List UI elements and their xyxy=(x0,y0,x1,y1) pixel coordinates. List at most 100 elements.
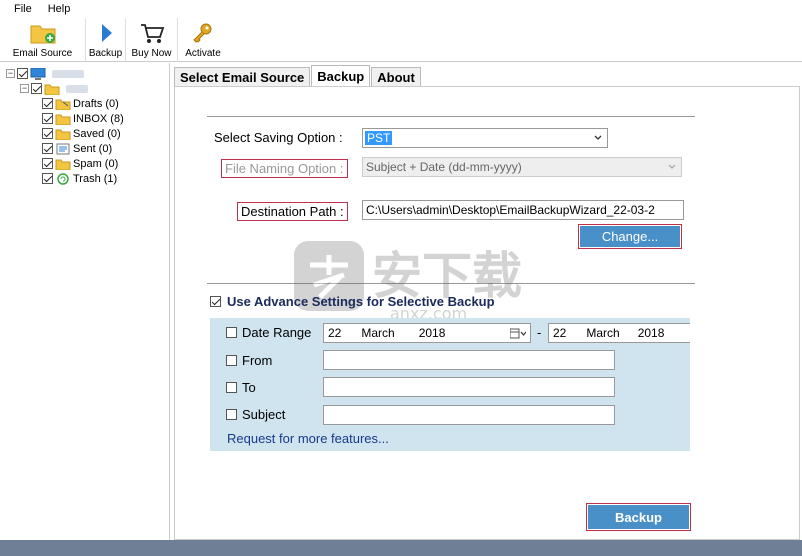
folder-name: Trash (1) xyxy=(73,172,118,185)
subject-checkbox[interactable] xyxy=(226,409,237,420)
from-checkbox[interactable] xyxy=(226,355,237,366)
activate-label: Activate xyxy=(185,48,221,59)
tab-bar: Select Email Source Backup About xyxy=(174,65,422,86)
folder-checkbox[interactable] xyxy=(42,128,53,139)
sent-folder-icon xyxy=(56,143,70,154)
from-label: From xyxy=(242,353,273,368)
cart-icon xyxy=(140,24,164,43)
buy-now-label: Buy Now xyxy=(131,48,172,59)
toolbar: Email Source Backup Buy Now Activate xyxy=(0,18,802,62)
start-date-picker[interactable]: 22 March 2018 xyxy=(323,323,531,343)
folder-name: Spam (0) xyxy=(73,157,119,170)
subject-option[interactable]: Subject xyxy=(226,407,285,422)
folder-checkbox[interactable] xyxy=(42,98,53,109)
add-folder-icon xyxy=(30,25,55,44)
end-year: 2018 xyxy=(637,326,665,340)
to-input[interactable] xyxy=(323,377,615,397)
request-features-link[interactable]: Request for more features... xyxy=(227,431,389,446)
menu-help[interactable]: Help xyxy=(40,3,79,15)
trash-folder-icon xyxy=(57,172,69,185)
backup-tool-button[interactable]: Backup xyxy=(86,18,126,62)
folder-tree: − − Drafts (0) INBOX (8) Saved (0) Sent … xyxy=(0,63,170,540)
folder-name: INBOX (8) xyxy=(73,112,124,125)
file-naming-label: File Naming Option : xyxy=(221,159,348,178)
folder-checkbox[interactable] xyxy=(42,143,53,154)
date-range-option[interactable]: Date Range xyxy=(226,325,311,340)
status-bar xyxy=(0,540,802,556)
end-month: March xyxy=(586,326,620,340)
start-month: March xyxy=(361,326,395,340)
play-icon xyxy=(101,24,112,42)
from-input[interactable] xyxy=(323,350,615,370)
destination-path-input[interactable]: C:\Users\admin\Desktop\EmailBackupWizard… xyxy=(362,200,684,220)
tab-select-email-source[interactable]: Select Email Source xyxy=(174,67,311,86)
chevron-down-icon xyxy=(668,164,676,169)
date-range-checkbox[interactable] xyxy=(226,327,237,338)
from-option[interactable]: From xyxy=(226,353,272,368)
change-button[interactable]: Change... xyxy=(578,224,682,249)
computer-icon xyxy=(30,67,46,80)
account-folder-icon xyxy=(44,84,60,95)
account-name-redacted xyxy=(66,84,88,93)
menu-bar: File Help xyxy=(0,0,802,18)
advance-settings-toggle[interactable]: Use Advance Settings for Selective Backu… xyxy=(210,294,495,309)
folder-name: Sent (0) xyxy=(73,142,113,155)
collapse-icon[interactable]: − xyxy=(6,69,15,78)
saving-option-select[interactable]: PST xyxy=(362,128,608,148)
tree-folder[interactable]: Trash (1) xyxy=(42,171,117,186)
backup-panel xyxy=(174,86,800,540)
saving-option-label: Select Saving Option : xyxy=(214,130,343,145)
tab-about[interactable]: About xyxy=(371,67,421,86)
menu-file[interactable]: File xyxy=(0,3,40,15)
to-label: To xyxy=(242,380,256,395)
root-name-redacted xyxy=(52,69,84,78)
email-source-button[interactable]: Email Source xyxy=(0,18,86,62)
account-checkbox[interactable] xyxy=(31,83,42,94)
start-year: 2018 xyxy=(418,326,446,340)
tree-root[interactable]: − xyxy=(6,66,84,81)
folder-checkbox[interactable] xyxy=(42,113,53,124)
spam-folder-icon xyxy=(55,159,71,170)
to-option[interactable]: To xyxy=(226,380,256,395)
tree-folder[interactable]: Spam (0) xyxy=(42,156,118,171)
end-day: 22 xyxy=(553,326,567,340)
start-day: 22 xyxy=(328,326,342,340)
backup-tool-label: Backup xyxy=(88,48,123,59)
tab-backup[interactable]: Backup xyxy=(311,65,371,86)
chevron-down-icon xyxy=(594,135,602,140)
tree-folder[interactable]: Sent (0) xyxy=(42,141,112,156)
date-range-label: Date Range xyxy=(242,325,312,340)
folder-name: Drafts (0) xyxy=(73,97,119,110)
saved-folder-icon xyxy=(55,129,71,140)
date-separator: - xyxy=(537,325,542,340)
divider xyxy=(207,116,695,117)
file-naming-value: Subject + Date (dd-mm-yyyy) xyxy=(366,160,522,174)
tree-folder[interactable]: INBOX (8) xyxy=(42,111,124,126)
key-icon xyxy=(193,23,212,43)
backup-button[interactable]: Backup xyxy=(586,503,691,531)
tree-folder[interactable]: Drafts (0) xyxy=(42,96,119,111)
to-checkbox[interactable] xyxy=(226,382,237,393)
folder-name: Saved (0) xyxy=(73,127,121,140)
advance-settings-label: Use Advance Settings for Selective Backu… xyxy=(227,294,495,309)
inbox-folder-icon xyxy=(55,114,71,125)
destination-path-label: Destination Path : xyxy=(237,202,348,221)
tree-account[interactable]: − xyxy=(20,81,88,96)
advance-settings-checkbox[interactable] xyxy=(210,296,221,307)
saving-option-value: PST xyxy=(365,131,393,145)
collapse-icon[interactable]: − xyxy=(20,84,29,93)
subject-label: Subject xyxy=(242,407,286,422)
drafts-folder-icon xyxy=(55,99,71,110)
tree-folder[interactable]: Saved (0) xyxy=(42,126,121,141)
email-source-label: Email Source xyxy=(12,48,73,59)
divider xyxy=(207,283,695,284)
activate-button[interactable]: Activate xyxy=(178,18,228,62)
root-checkbox[interactable] xyxy=(17,68,28,79)
subject-input[interactable] xyxy=(323,405,615,425)
folder-checkbox[interactable] xyxy=(42,173,53,184)
end-date-picker[interactable]: 22 March 2018 xyxy=(548,323,690,343)
buy-now-button[interactable]: Buy Now xyxy=(126,18,178,62)
calendar-dropdown-icon[interactable] xyxy=(510,328,526,339)
folder-checkbox[interactable] xyxy=(42,158,53,169)
file-naming-select[interactable]: Subject + Date (dd-mm-yyyy) xyxy=(362,157,682,177)
